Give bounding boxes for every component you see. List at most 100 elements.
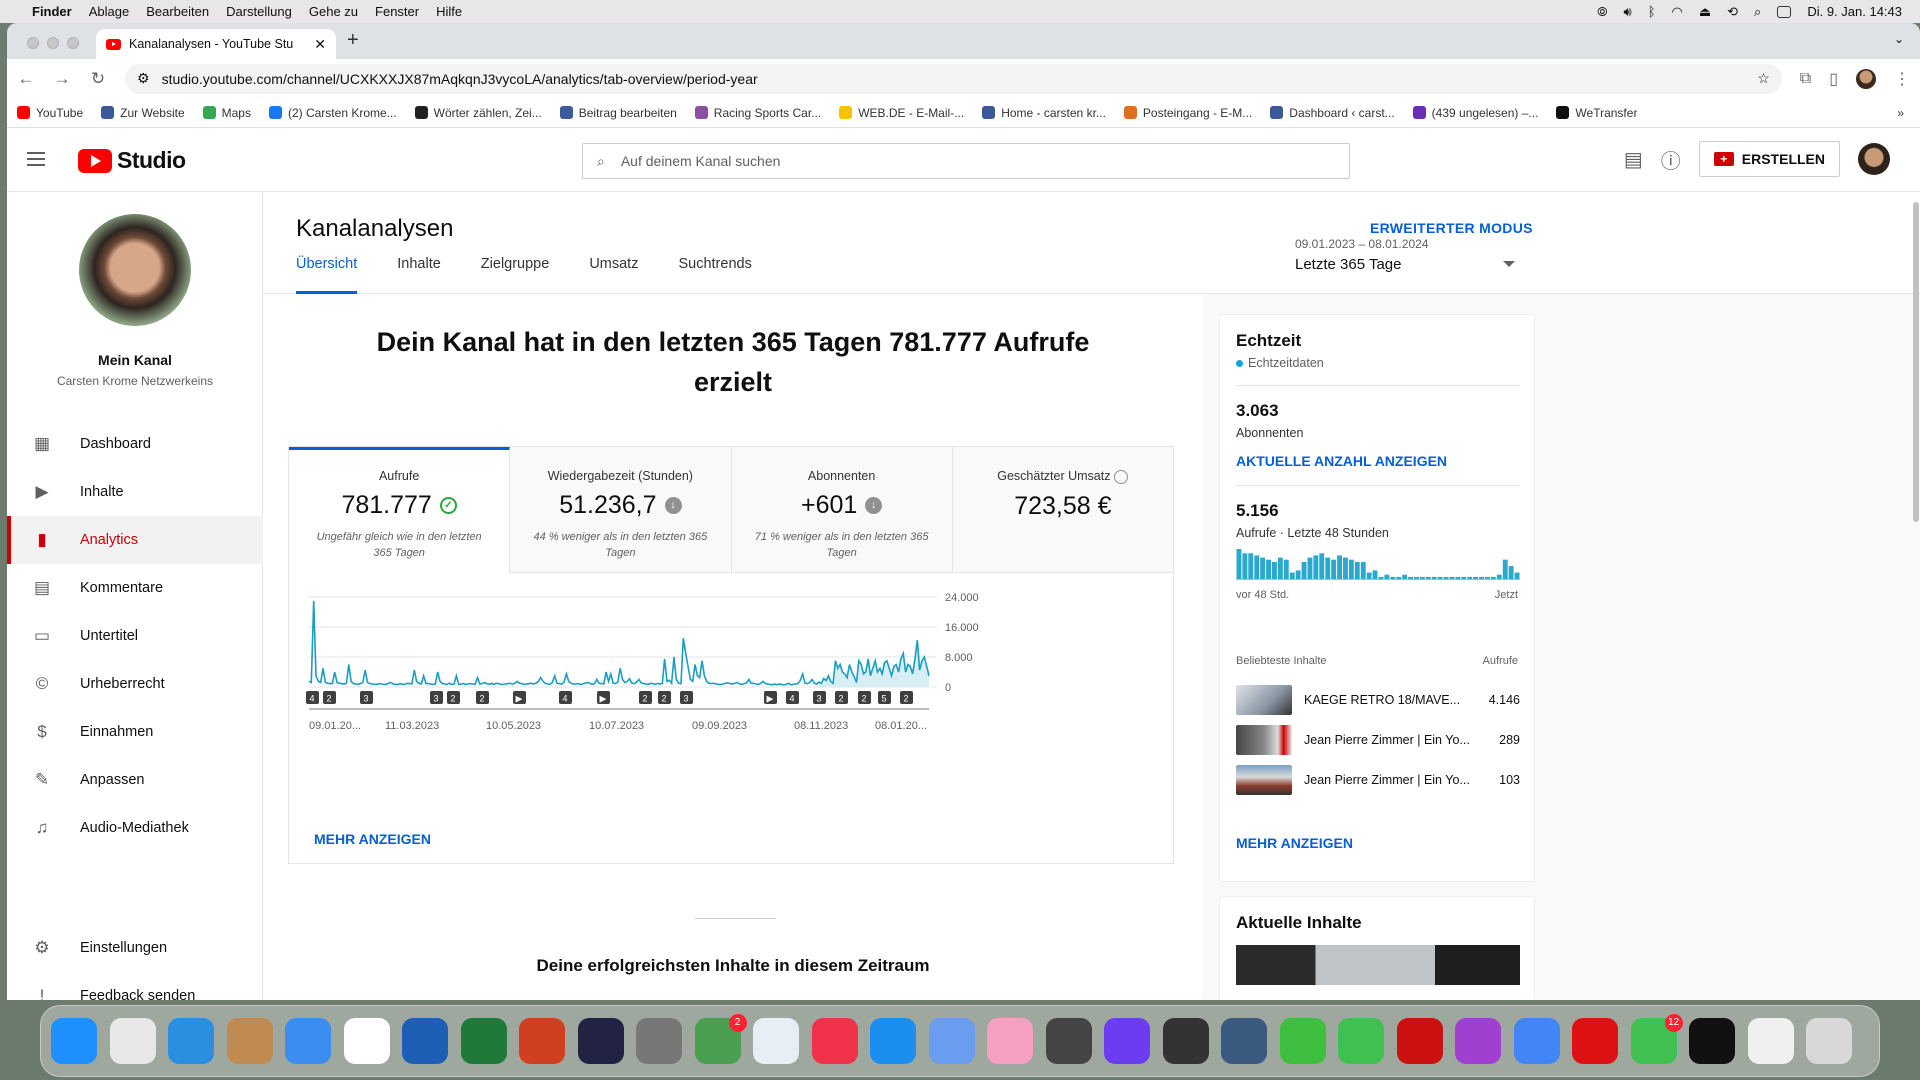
realtime-bar[interactable] <box>1396 576 1402 579</box>
dock-app-icon[interactable] <box>1806 1018 1852 1064</box>
realtime-more-button[interactable]: MEHR ANZEIGEN <box>1236 835 1353 851</box>
realtime-bar[interactable] <box>1431 576 1437 579</box>
realtime-bar[interactable] <box>1455 576 1461 579</box>
browser-tab[interactable]: Kanalanalysen - YouTube Stu ✕ <box>96 29 336 59</box>
extensions-icon[interactable]: ⧉ <box>1800 70 1811 88</box>
browser-menu-icon[interactable]: ⋮ <box>1894 69 1910 89</box>
menu-finder[interactable]: Finder <box>32 4 72 19</box>
tab-trends[interactable]: Suchtrends <box>678 256 751 294</box>
list-item[interactable]: Jean Pierre Zimmer | Ein Yo... 289 <box>1236 724 1520 756</box>
eject-icon[interactable]: ⏏ <box>1699 4 1711 20</box>
date-range-picker[interactable]: 09.01.2023 – 08.01.2024 Letzte 365 Tage <box>1295 237 1525 273</box>
dock-app-icon[interactable] <box>343 1018 390 1064</box>
video-marker[interactable]: 4 <box>306 691 319 704</box>
realtime-bar[interactable] <box>1479 576 1484 579</box>
video-marker[interactable]: 2 <box>476 691 489 704</box>
account-avatar[interactable] <box>1858 143 1890 175</box>
scrollbar-thumb[interactable] <box>1913 202 1919 522</box>
sidebar-item-dashboard[interactable]: ▦ Dashboard <box>7 420 263 468</box>
dock-app-icon[interactable] <box>636 1018 682 1064</box>
dock-app-icon[interactable] <box>987 1018 1033 1064</box>
info-icon[interactable] <box>1114 469 1129 484</box>
sidebar-item-content[interactable]: ▶ Inhalte <box>7 468 263 516</box>
close-tab-icon[interactable]: ✕ <box>314 36 326 53</box>
dock-app-icon[interactable] <box>811 1018 858 1064</box>
sidebar-item-subtitles[interactable]: ▭ Untertitel <box>7 612 263 660</box>
realtime-bar[interactable] <box>1390 576 1396 579</box>
realtime-bar[interactable] <box>1467 576 1473 579</box>
video-marker[interactable]: 3 <box>680 691 693 704</box>
bookmark-item[interactable]: Maps <box>202 106 251 120</box>
sidebar-item-send-feedback[interactable]: ! Feedback senden <box>7 972 263 1000</box>
dock-app-icon[interactable] <box>1572 1018 1618 1064</box>
menu-ablage[interactable]: Ablage <box>89 4 129 19</box>
reload-icon[interactable]: ↻ <box>89 69 107 89</box>
realtime-bar[interactable] <box>1366 572 1372 579</box>
realtime-bar[interactable] <box>1236 549 1242 579</box>
dock-app-icon[interactable]: 12 <box>1630 1014 1683 1064</box>
realtime-bar[interactable] <box>1414 576 1419 579</box>
dock-app-icon[interactable] <box>1689 1018 1735 1064</box>
advanced-mode-link[interactable]: ERWEITERTER MODUS <box>1370 220 1533 236</box>
realtime-bar[interactable] <box>1260 557 1266 579</box>
tab-content[interactable]: Inhalte <box>397 256 441 294</box>
dock-app-icon[interactable] <box>168 1018 214 1064</box>
sidebar-item-settings[interactable]: ⚙ Einstellungen <box>7 924 263 972</box>
sidebar-item-comments[interactable]: ▤ Kommentare <box>7 564 263 612</box>
realtime-bar[interactable] <box>1348 559 1354 579</box>
bookmark-item[interactable]: (439 ungelesen) –... <box>1412 106 1538 120</box>
sidebar-item-customization[interactable]: ✎ Anpassen <box>7 756 263 804</box>
realtime-bar[interactable] <box>1461 576 1467 579</box>
create-button[interactable]: + ERSTELLEN <box>1698 141 1840 177</box>
realtime-bar[interactable] <box>1425 576 1431 579</box>
realtime-bar[interactable] <box>1496 574 1502 579</box>
metric-revenue[interactable]: Geschätzter Umsatz 723,58 € <box>952 447 1173 573</box>
video-marker[interactable]: ▶ <box>513 691 526 704</box>
tab-revenue[interactable]: Umsatz <box>589 256 638 294</box>
side-panel-icon[interactable]: ▯ <box>1829 69 1838 89</box>
show-live-count-link[interactable]: AKTUELLE ANZAHL ANZEIGEN <box>1236 453 1447 469</box>
video-marker[interactable]: 3 <box>360 691 373 704</box>
bookmark-star-icon[interactable]: ☆ <box>1757 70 1770 87</box>
tab-search-chevron-icon[interactable]: ⌄ <box>1894 32 1904 46</box>
realtime-bar[interactable] <box>1437 576 1443 579</box>
url-field[interactable]: ⚙ studio.youtube.com/channel/UCXKXXJX87m… <box>125 63 1782 94</box>
video-marker[interactable]: 2 <box>447 691 460 704</box>
metric-watchtime[interactable]: Wiedergabezeit (Stunden) 51.236,7 ↓ 44 % … <box>510 447 732 573</box>
new-tab-icon[interactable]: + <box>347 29 359 52</box>
realtime-bar[interactable] <box>1277 557 1283 579</box>
bluetooth-icon[interactable]: ᛒ <box>1648 4 1656 19</box>
dock-app-icon[interactable] <box>1162 1018 1209 1064</box>
realtime-bar[interactable] <box>1266 559 1271 579</box>
wifi-icon[interactable]: ◠ <box>1672 4 1683 20</box>
bookmark-item[interactable]: WEB.DE - E-Mail-... <box>839 106 964 120</box>
bookmark-item[interactable]: WeTransfer <box>1556 106 1637 120</box>
sidebar-item-earn[interactable]: $ Einnahmen <box>7 708 263 756</box>
page-scrollbar[interactable] <box>1912 192 1920 522</box>
realtime-bar[interactable] <box>1354 561 1360 579</box>
dock-app-icon[interactable] <box>1045 1018 1092 1064</box>
dock-app-icon[interactable] <box>1396 1018 1443 1064</box>
dock-app-icon[interactable] <box>1279 1018 1326 1064</box>
more-bookmarks-icon[interactable]: » <box>1897 106 1904 120</box>
video-marker[interactable]: 2 <box>858 691 871 704</box>
video-marker[interactable]: 2 <box>900 691 913 704</box>
realtime-bar[interactable] <box>1419 576 1425 579</box>
menu-hilfe[interactable]: Hilfe <box>436 4 462 19</box>
bookmark-item[interactable]: Posteingang - E-M... <box>1123 106 1252 120</box>
sidebar-item-analytics[interactable]: ▮ Analytics <box>7 516 263 564</box>
dock-app-icon[interactable] <box>226 1018 273 1064</box>
studio-logo[interactable]: Studio <box>78 147 186 174</box>
help-icon[interactable]: ⓘ <box>1661 145 1681 174</box>
realtime-bar[interactable] <box>1343 557 1348 579</box>
realtime-bar[interactable] <box>1402 574 1408 579</box>
realtime-bar[interactable] <box>1289 572 1295 579</box>
realtime-bar[interactable] <box>1372 570 1378 579</box>
list-item[interactable]: KAEGE RETRO 18/MAVE... 4.146 <box>1236 684 1520 716</box>
dock-app-icon[interactable] <box>1455 1018 1501 1064</box>
video-marker[interactable]: 4 <box>786 691 799 704</box>
realtime-bar[interactable] <box>1514 572 1520 579</box>
video-marker[interactable]: 2 <box>835 691 848 704</box>
zoom-window-button[interactable] <box>67 37 79 49</box>
realtime-bar[interactable] <box>1254 555 1260 579</box>
